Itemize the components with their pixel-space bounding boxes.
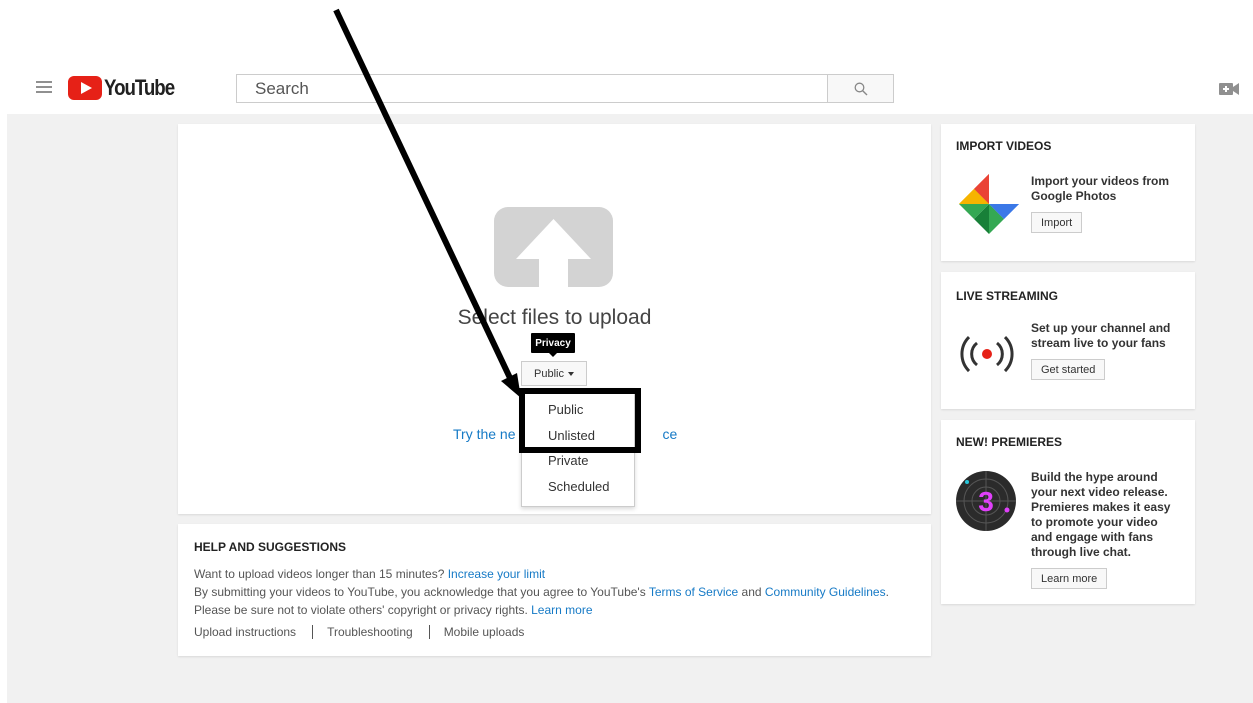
annotation-highlight-box bbox=[519, 388, 641, 453]
logo-text: YouTube bbox=[104, 75, 175, 100]
divider bbox=[428, 625, 430, 639]
help-line-upload-limit: Want to upload videos longer than 15 min… bbox=[194, 567, 546, 581]
live-streaming-text: Set up your channel and stream live to y… bbox=[1031, 321, 1171, 350]
youtube-logo[interactable]: YouTube bbox=[68, 75, 186, 101]
search-button[interactable] bbox=[827, 74, 894, 103]
top-whitespace bbox=[0, 0, 1253, 58]
import-videos-title: IMPORT VIDEOS bbox=[956, 139, 1052, 153]
troubleshooting-link[interactable]: Troubleshooting bbox=[327, 625, 413, 639]
live-streaming-title: LIVE STREAMING bbox=[956, 289, 1059, 303]
search-input[interactable]: Search bbox=[236, 74, 828, 103]
upload-instructions-link[interactable]: Upload instructions bbox=[194, 625, 296, 639]
help-links-row: Upload instructions Troubleshooting Mobi… bbox=[194, 625, 524, 639]
create-video-icon[interactable] bbox=[1219, 82, 1239, 96]
google-photos-icon bbox=[959, 174, 1019, 234]
live-broadcast-icon bbox=[960, 335, 1014, 373]
premieres-countdown-icon: 3 bbox=[956, 471, 1016, 531]
search-icon bbox=[854, 82, 867, 95]
menu-icon[interactable] bbox=[36, 81, 52, 93]
upload-arrow-icon[interactable] bbox=[494, 207, 613, 287]
learn-more-button[interactable]: Learn more bbox=[1031, 568, 1108, 589]
svg-text:3: 3 bbox=[978, 486, 994, 517]
get-started-button[interactable]: Get started bbox=[1031, 359, 1106, 380]
premieres-text: Build the hype around your next video re… bbox=[1031, 470, 1171, 559]
help-line-copyright: Please be sure not to violate others' co… bbox=[194, 603, 593, 617]
privacy-option-private[interactable]: Private bbox=[548, 453, 588, 468]
caret-down-icon bbox=[567, 371, 574, 376]
premieres-title: NEW! PREMIERES bbox=[956, 435, 1063, 449]
import-videos-text: Import your videos from Google Photos bbox=[1031, 174, 1170, 203]
help-title: HELP AND SUGGESTIONS bbox=[194, 540, 347, 554]
increase-limit-link[interactable]: Increase your limit bbox=[448, 567, 545, 581]
import-button[interactable]: Import bbox=[1031, 212, 1083, 233]
privacy-dropdown-button[interactable]: Public bbox=[521, 361, 587, 386]
privacy-tooltip: Privacy bbox=[531, 333, 575, 357]
youtube-play-icon bbox=[68, 76, 102, 100]
divider bbox=[312, 625, 314, 639]
privacy-selected-value: Public bbox=[534, 367, 564, 380]
terms-of-service-link[interactable]: Terms of Service bbox=[649, 585, 738, 599]
privacy-option-scheduled[interactable]: Scheduled bbox=[548, 479, 609, 494]
help-line-terms: By submitting your videos to YouTube, yo… bbox=[194, 585, 889, 599]
select-files-label[interactable]: Select files to upload bbox=[178, 306, 931, 330]
learn-more-link[interactable]: Learn more bbox=[531, 603, 592, 617]
mobile-uploads-link[interactable]: Mobile uploads bbox=[444, 625, 525, 639]
community-guidelines-link[interactable]: Community Guidelines bbox=[765, 585, 886, 599]
